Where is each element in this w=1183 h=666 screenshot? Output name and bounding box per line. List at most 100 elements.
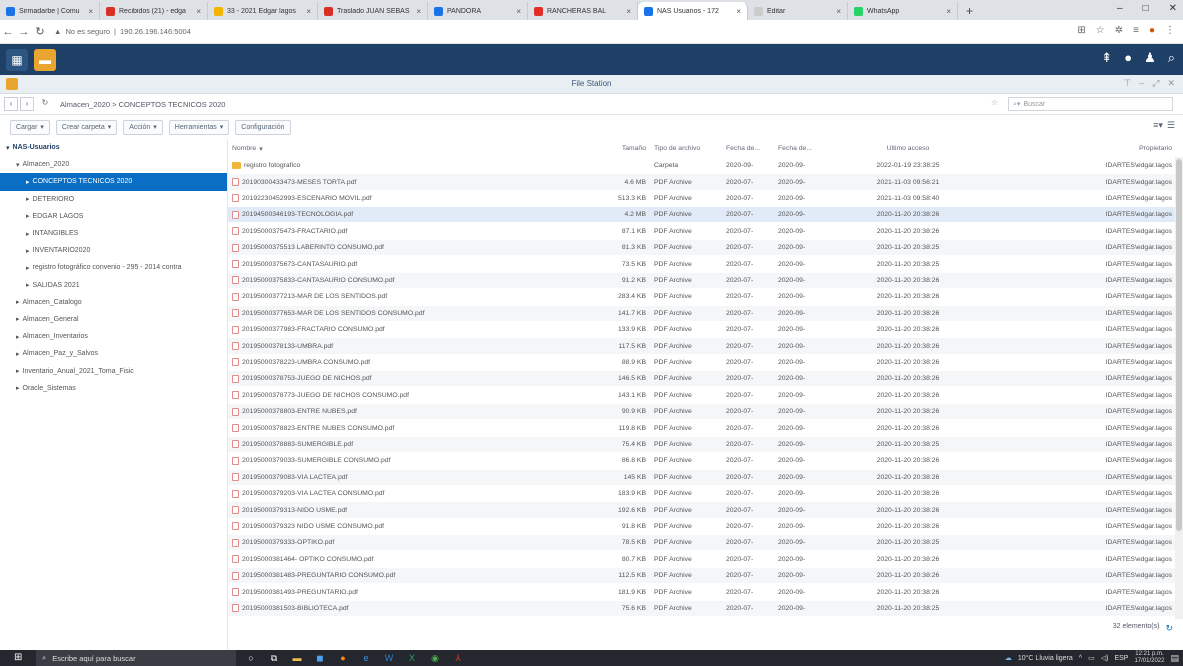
table-row[interactable]: 20195000381503-BIBLIOTECA.pdf 75.6 KB PDF …: [228, 600, 1175, 617]
header-name[interactable]: Nombre ▾: [232, 145, 464, 153]
tree-item[interactable]: ▸ INVENTARIO2020: [0, 242, 227, 259]
pin-icon[interactable]: ⊤: [1123, 78, 1131, 89]
tree-item[interactable]: ▸ Almacen_General: [0, 311, 227, 328]
tree-toggle-icon[interactable]: ▸: [26, 212, 30, 220]
favorite-star-icon[interactable]: ☆: [991, 98, 998, 107]
minimize-button[interactable]: –: [1117, 3, 1123, 14]
table-row[interactable]: 20195000381464- OPTIKO CONSUMO.pdf 80.7 K…: [228, 552, 1175, 567]
firefox-icon[interactable]: ●: [335, 652, 351, 664]
tree-toggle-icon[interactable]: ▸: [16, 298, 20, 306]
file-explorer-icon[interactable]: ▬: [289, 652, 305, 664]
tree-toggle-icon[interactable]: ▸: [16, 384, 20, 392]
tree-item[interactable]: ▸ SALIDAS 2021: [0, 277, 227, 294]
details-toggle-icon[interactable]: ☰: [1167, 120, 1175, 131]
pdf-reader-icon[interactable]: ⅄: [450, 652, 466, 664]
table-row[interactable]: 20195000379313-NIDO USME.pdf 192.6 KB PDF …: [228, 502, 1175, 518]
table-row[interactable]: 20195000379083-VIA LACTEA.pdf 145 KB PDF A…: [228, 469, 1175, 485]
cortana-icon[interactable]: ○: [243, 652, 259, 664]
chrome-icon[interactable]: ◉: [427, 652, 443, 664]
tree-item[interactable]: ▸ EDGAR LAGOS: [0, 208, 227, 225]
table-row[interactable]: 20195000379203-VIA LACTEA CONSUMO.pdf 183…: [228, 486, 1175, 501]
table-row[interactable]: 20195000378823-ENTRE NUBES CONSUMO.pdf 11…: [228, 420, 1175, 435]
menu-icon[interactable]: ⋮: [1165, 25, 1175, 36]
tree-item[interactable]: ▸ Almacen_Inventarios: [0, 328, 227, 345]
browser-tab[interactable]: 33 - 2021 Edgar lagos ×: [208, 2, 318, 20]
taskbar-search[interactable]: ⌕ Escribe aquí para buscar: [36, 650, 236, 666]
tree-toggle-icon[interactable]: ▸: [16, 350, 20, 358]
browser-tab[interactable]: Sirmadarbe | Comu ×: [0, 2, 100, 20]
tab-close-icon[interactable]: ×: [416, 7, 421, 16]
tree-toggle-icon[interactable]: ▸: [16, 333, 20, 341]
close-window-button[interactable]: ✕: [1169, 3, 1177, 14]
file-station-icon[interactable]: ▬: [34, 48, 56, 71]
close-icon[interactable]: ✕: [1167, 78, 1175, 89]
windows-start-icon[interactable]: ⊞: [14, 652, 28, 664]
table-row[interactable]: 20195000375673-CANTASAURIO.pdf 73.5 KB PDF…: [228, 256, 1175, 271]
refresh-icon[interactable]: ↻: [1165, 623, 1173, 634]
header-last-access[interactable]: Último acceso: [828, 145, 988, 152]
table-row[interactable]: 20195000377213-MAR DE LOS SENTIDOS.pdf 28…: [228, 289, 1175, 304]
table-row[interactable]: 20195000379323 NIDO USME CONSUMO.pdf 91.8…: [228, 519, 1175, 534]
language-indicator[interactable]: ESP: [1114, 655, 1128, 662]
maximize-button[interactable]: □: [1143, 3, 1149, 14]
notifications-icon[interactable]: ●: [1124, 50, 1132, 66]
search-input[interactable]: ⌕▾ Buscar: [1008, 97, 1173, 111]
weather-text[interactable]: 10°C Lluvia ligera: [1018, 655, 1073, 662]
table-row[interactable]: 20195000378223-UMBRA CONSUMO.pdf 88.9 KB P…: [228, 355, 1175, 370]
browser-tab[interactable]: Editar ×: [748, 2, 848, 20]
browser-tab[interactable]: RANCHERAS BAL ×: [528, 2, 638, 20]
browser-tab[interactable]: PANDORA ×: [428, 2, 528, 20]
settings-button[interactable]: Configuración: [235, 119, 291, 135]
header-modified[interactable]: Fecha de...: [778, 145, 818, 152]
upload-button[interactable]: Cargar ▾: [10, 119, 50, 135]
translate-icon[interactable]: ⊞: [1077, 25, 1085, 36]
tree-item[interactable]: ▸ Almacen_Paz_y_Salvos: [0, 345, 227, 362]
tree-item[interactable]: ▸ Oracle_Sistemas: [0, 380, 227, 397]
tree-item[interactable]: ▸ DETERIORO: [0, 191, 227, 208]
upload-queue-icon[interactable]: ⇞: [1101, 50, 1112, 66]
volume-icon[interactable]: ◁): [1101, 654, 1109, 662]
table-row[interactable]: 20195000378753-JUEGO DE NICHOS.pdf 146.5 …: [228, 371, 1175, 387]
browser-tab[interactable]: Traslado JUAN SEBAS ×: [318, 2, 428, 20]
tray-arrow-icon[interactable]: ^: [1079, 655, 1082, 662]
refresh-button[interactable]: ↻: [38, 97, 52, 111]
tab-close-icon[interactable]: ×: [306, 7, 311, 16]
browser-tab[interactable]: Recibidos (21) - edga ×: [100, 2, 208, 20]
tab-close-icon[interactable]: ×: [196, 7, 201, 16]
tab-close-icon[interactable]: ×: [626, 7, 631, 16]
forward-button[interactable]: ›: [20, 97, 34, 111]
list-view-icon[interactable]: ≡▾: [1153, 120, 1163, 131]
main-menu-icon[interactable]: ▦: [6, 48, 28, 71]
table-row[interactable]: 20195000378883-SUMERGIBLE.pdf 75.4 KB PDF …: [228, 436, 1175, 453]
table-row[interactable]: 20195000375513 LABERINTO CONSUMO.pdf 81.3…: [228, 240, 1175, 256]
header-created[interactable]: Fecha de...: [726, 145, 766, 152]
maximize-icon[interactable]: ⤢: [1152, 78, 1159, 89]
reading-list-icon[interactable]: ≡: [1133, 25, 1139, 36]
table-row[interactable]: 20195000381493-PREGUNTARIO.pdf 181.9 KB PD…: [228, 584, 1175, 599]
table-row[interactable]: 20190300433473-MESES TORTA.pdf 4.6 MB PDF …: [228, 174, 1175, 190]
table-row[interactable]: 20195000378133-UMBRA.pdf 117.5 KB PDF Arch…: [228, 338, 1175, 354]
header-owner[interactable]: Propietario: [1058, 145, 1172, 152]
tree-toggle-icon[interactable]: ▸: [26, 281, 30, 289]
table-row[interactable]: 20195000377983-FRACTARIO CONSUMO.pdf 133.…: [228, 322, 1175, 337]
table-row[interactable]: 20192230452993-ESCENARIO MOVIL.pdf 513.3 …: [228, 191, 1175, 206]
url-field[interactable]: ▲ No es seguro | 190.26.196.146:5004: [54, 27, 191, 36]
tree-item[interactable]: ▾ Almacen_2020: [0, 156, 227, 173]
back-icon[interactable]: ←: [0, 26, 16, 38]
table-row[interactable]: 20195000379033-SUMERGIBLE CONSUMO.pdf 86.…: [228, 453, 1175, 468]
task-view-icon[interactable]: ⧉: [266, 652, 282, 664]
clock[interactable]: 12:21 p.m. 17/01/2022: [1134, 651, 1164, 665]
table-row[interactable]: 20194500346193-TECNOLOGIA.pdf 4.2 MB PDF A…: [228, 207, 1175, 223]
tree-toggle-icon[interactable]: ▾: [16, 161, 20, 169]
word-icon[interactable]: W: [381, 652, 397, 664]
tree-item[interactable]: ▾ NAS-Usuarios: [0, 139, 227, 156]
table-row[interactable]: 20195000378773-JUEGO DE NICHOS CONSUMO.p…: [228, 388, 1175, 403]
table-row[interactable]: 20195000377653-MAR DE LOS SENTIDOS CONSU…: [228, 305, 1175, 321]
tree-toggle-icon[interactable]: ▸: [26, 230, 30, 238]
search-icon[interactable]: ⌕: [1168, 50, 1175, 66]
browser-tab[interactable]: NAS Usuarios - 172 ×: [638, 2, 748, 20]
tree-toggle-icon[interactable]: ▸: [16, 367, 20, 375]
tab-close-icon[interactable]: ×: [88, 7, 93, 16]
tree-toggle-icon[interactable]: ▾: [6, 144, 10, 152]
tree-item[interactable]: ▸ CONCEPTOS TECNICOS 2020: [0, 173, 227, 191]
